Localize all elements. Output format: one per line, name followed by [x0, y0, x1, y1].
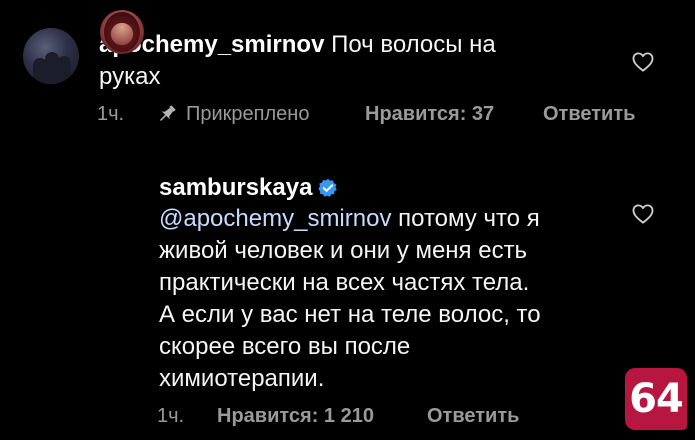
comment-username[interactable]: samburskaya	[159, 172, 312, 204]
username-row: samburskaya	[159, 172, 338, 204]
avatar-apochemy[interactable]	[23, 28, 79, 84]
comment-text-line2: живой человек и они у меня есть	[159, 237, 528, 264]
likes-count[interactable]: Нравится: 37	[365, 101, 494, 127]
comment-text-line1: Поч волосы на	[324, 31, 496, 58]
pin-icon	[159, 105, 176, 122]
heart-icon[interactable]	[632, 204, 654, 224]
likes-count-label[interactable]: Нравится: 1 210	[217, 405, 374, 427]
reply-button-label[interactable]: Ответить	[427, 405, 519, 427]
reply-button[interactable]: Ответить	[543, 101, 635, 127]
comment-text: apochemy_smirnov Поч волосы на руках	[99, 29, 599, 93]
likes-count[interactable]: Нравится: 1 210	[217, 403, 374, 429]
comment-text-line4: А если у вас нет на теле волос, то	[159, 301, 541, 328]
badge-text: 64	[629, 376, 684, 422]
comment-text-line3: практически на всех частях тела.	[159, 269, 530, 296]
reply-button[interactable]: Ответить	[427, 403, 519, 429]
comment-time: 1ч.	[97, 103, 125, 125]
comment-text-line5: скорее всего вы после	[159, 333, 411, 360]
reply-button-label[interactable]: Ответить	[543, 103, 635, 125]
pinned-label: Прикреплено	[186, 103, 310, 125]
comment-text: @apochemy_smirnov потому что я живой чело…	[159, 203, 619, 395]
comment-time: 1ч.	[157, 405, 185, 427]
comment-text-line6: химиотерапии.	[159, 365, 325, 392]
channel-badge: 64	[625, 368, 687, 430]
likes-count-label[interactable]: Нравится: 37	[365, 103, 494, 125]
comment-text-line1: потому что я	[391, 205, 540, 232]
verified-badge-icon	[318, 178, 338, 197]
pinned-indicator: Прикреплено	[156, 101, 309, 127]
heart-icon[interactable]	[632, 52, 654, 72]
avatar-samburskaya[interactable]	[100, 10, 144, 54]
mention-link[interactable]: @apochemy_smirnov	[159, 205, 391, 232]
comment-text-line2: руках	[99, 63, 161, 90]
